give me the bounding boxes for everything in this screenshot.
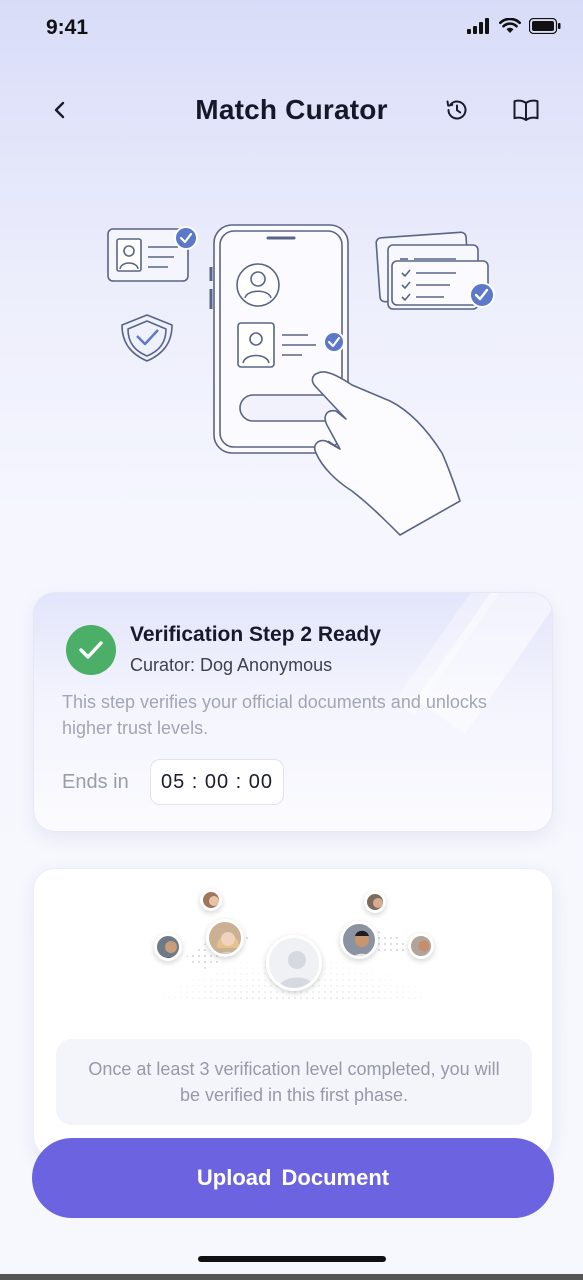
status-time: 9:41 bbox=[46, 16, 89, 39]
page-title: Match Curator bbox=[195, 94, 388, 125]
user-avatar bbox=[340, 921, 378, 959]
guide-button[interactable] bbox=[506, 92, 546, 128]
badge-check-icon bbox=[174, 226, 198, 250]
user-avatar bbox=[408, 933, 434, 959]
countdown-timer: 05 : 00 : 00 bbox=[150, 759, 284, 805]
user-avatar bbox=[200, 889, 222, 911]
ends-in-label: Ends in bbox=[62, 771, 129, 793]
shield-illustration bbox=[121, 314, 173, 362]
verification-description: This step verifies your official documen… bbox=[62, 692, 487, 738]
verification-card: Verification Step 2 Ready Curator: Dog A… bbox=[33, 592, 553, 832]
curator-name: Curator: Dog Anonymous bbox=[130, 655, 333, 675]
history-button[interactable] bbox=[437, 92, 477, 128]
user-avatar bbox=[364, 891, 386, 913]
verification-title: Verification Step 2 Ready bbox=[130, 623, 381, 646]
verification-info: Once at least 3 verification level compl… bbox=[56, 1039, 532, 1125]
top-bar: Match Curator bbox=[0, 80, 583, 140]
upload-document-button[interactable]: Upload Document bbox=[32, 1138, 554, 1218]
signal-icon bbox=[467, 18, 489, 34]
status-bar: 9:41 bbox=[0, 0, 583, 60]
user-avatar bbox=[206, 919, 244, 957]
history-icon bbox=[446, 100, 467, 120]
user-avatar bbox=[154, 933, 182, 961]
community-card: Once at least 3 verification level compl… bbox=[33, 868, 553, 1158]
status-icons bbox=[467, 18, 561, 34]
book-icon bbox=[513, 99, 539, 121]
verification-illustration bbox=[107, 224, 495, 536]
home-indicator bbox=[198, 1256, 386, 1262]
badge-check-icon bbox=[469, 282, 495, 308]
battery-icon bbox=[529, 18, 561, 34]
bottom-edge bbox=[0, 1274, 583, 1280]
wifi-icon bbox=[499, 18, 521, 33]
badge-check-icon bbox=[323, 331, 345, 353]
user-avatar-main bbox=[266, 935, 322, 991]
hand-illustration bbox=[311, 371, 461, 536]
success-check-icon bbox=[66, 625, 116, 675]
